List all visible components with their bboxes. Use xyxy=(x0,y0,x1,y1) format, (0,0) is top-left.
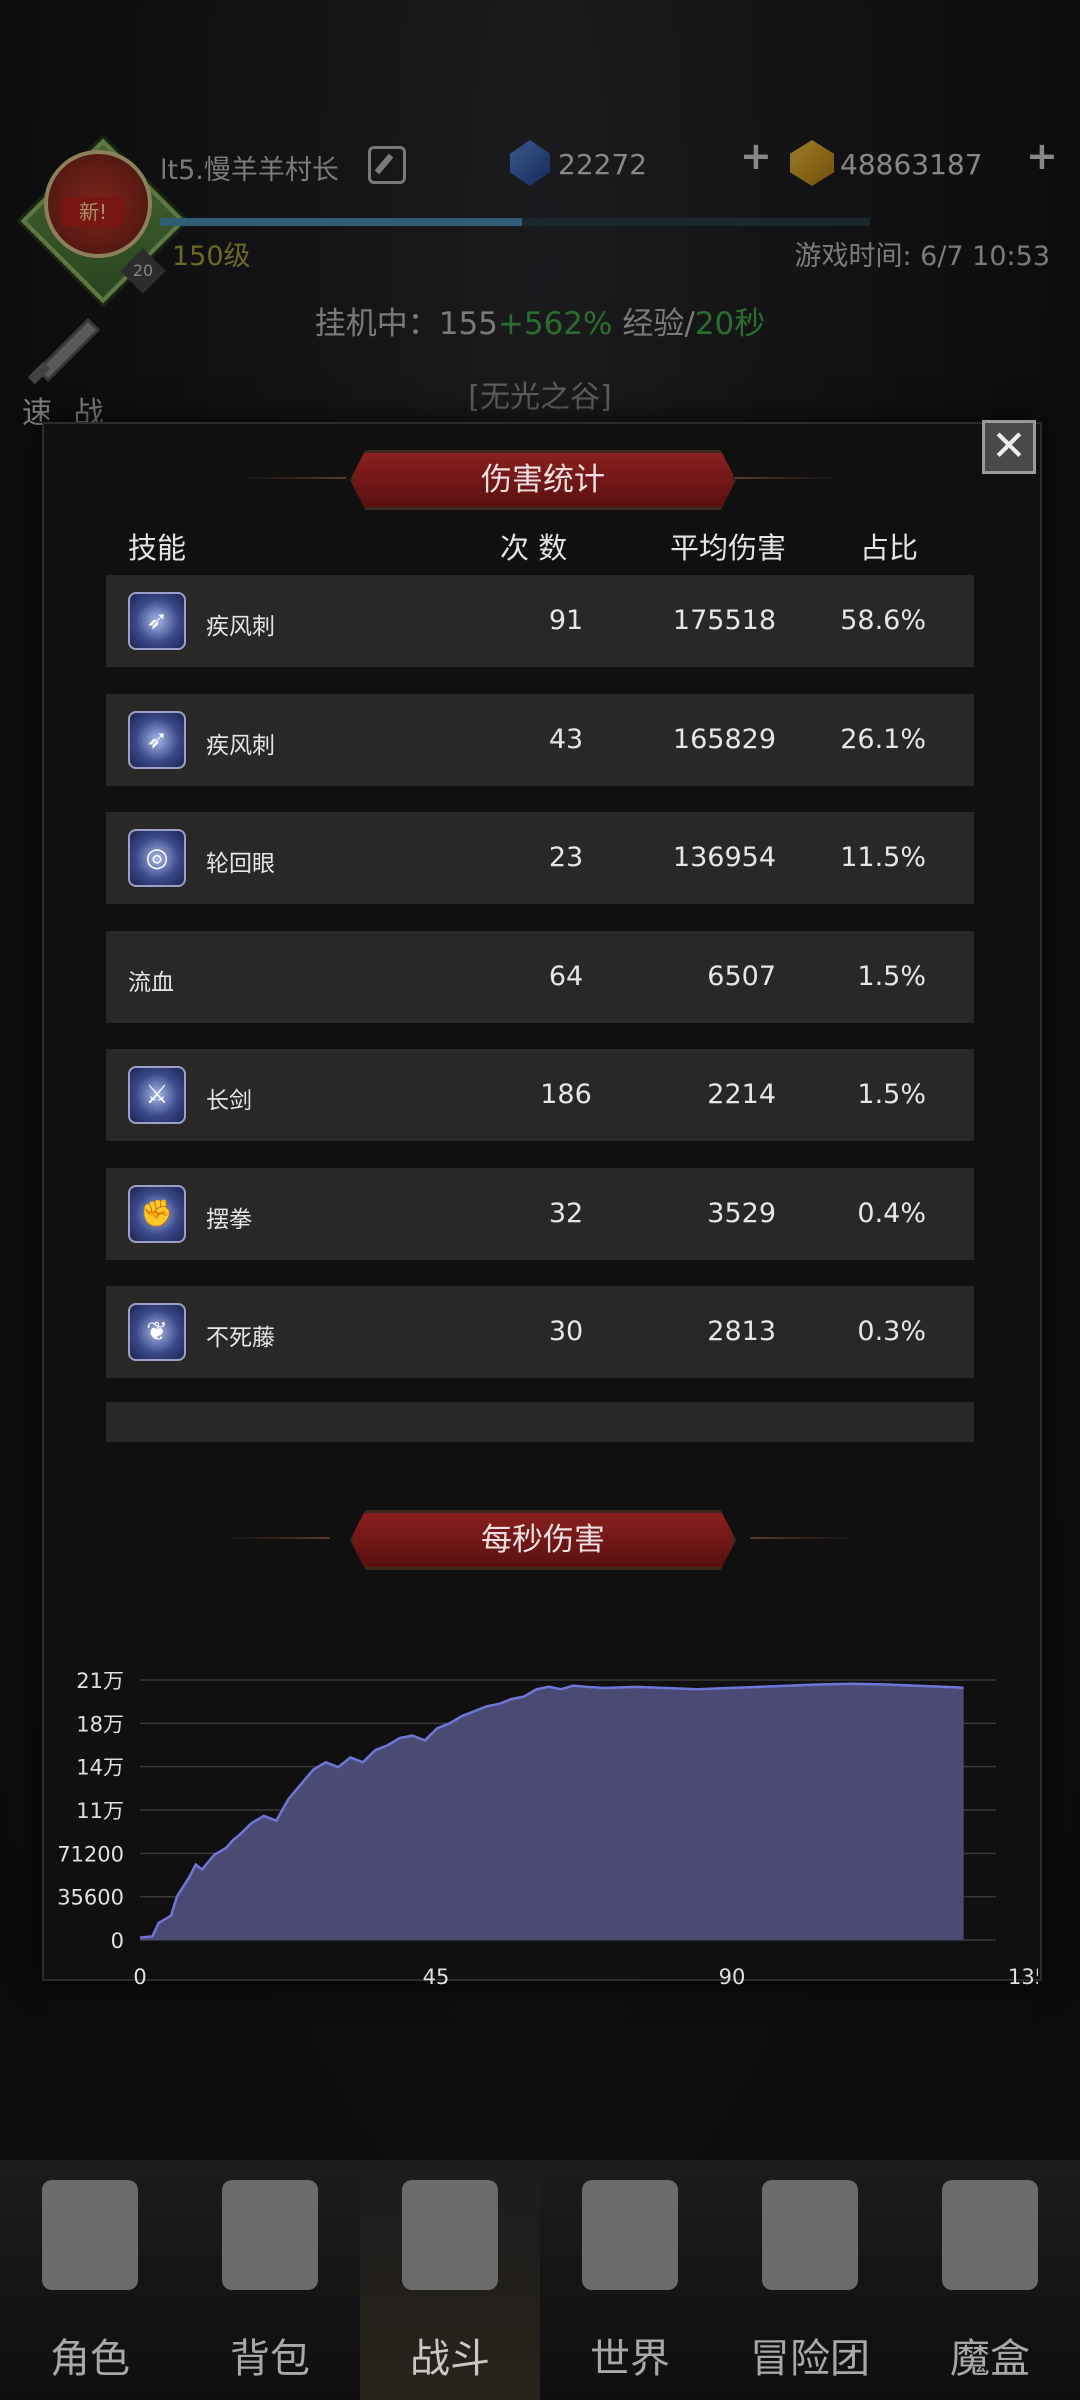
y-tick-label: 14万 xyxy=(76,1756,124,1780)
magic-box-icon xyxy=(942,2180,1038,2290)
y-tick-label: 71200 xyxy=(57,1842,124,1866)
y-tick-label: 11万 xyxy=(76,1799,124,1823)
skill-name: 长剑 xyxy=(206,1088,252,1114)
nav-label: 冒险团 xyxy=(750,2336,870,2382)
header-skill: 技能 xyxy=(128,531,187,565)
nav-label: 角色 xyxy=(50,2336,130,2382)
skill-name: 摆拳 xyxy=(206,1206,252,1233)
nav-item-castle[interactable]: 冒险团 xyxy=(720,2160,900,2400)
bottom-nav: 角色 背包 战斗 世界 冒险团 魔盒 xyxy=(0,2160,1080,2400)
damage-share: 1.5% xyxy=(857,1079,926,1110)
damage-share: 0.3% xyxy=(857,1316,926,1347)
nav-item-helmet[interactable]: 角色 xyxy=(0,2160,180,2400)
table-row: ◎ 轮回眼 23 136954 11.5% xyxy=(106,812,974,904)
avg-damage: 3529 xyxy=(707,1197,776,1229)
samsara-eye-icon: ◎ xyxy=(128,829,186,887)
skill-name: 不死藤 xyxy=(206,1325,275,1351)
avg-damage: 2813 xyxy=(707,1316,776,1347)
nav-label: 背包 xyxy=(230,2336,310,2382)
dps-chart: 0 35600 71200 11万 14万 18万 21万 0 45 90 135 xyxy=(57,1669,1038,1989)
title-divider-right xyxy=(750,1537,860,1539)
backpack-icon xyxy=(222,2180,318,2290)
x-tick-label: 90 xyxy=(719,1965,746,1989)
damage-stats-title: 伤害统计 xyxy=(350,450,736,510)
y-tick-label: 21万 xyxy=(76,1669,124,1693)
header-count: 次 数 xyxy=(500,531,568,565)
nav-item-map[interactable]: 世界 xyxy=(540,2160,720,2400)
header-share: 占比 xyxy=(860,531,919,565)
longsword-icon: ⚔ xyxy=(128,1066,186,1124)
helmet-icon xyxy=(42,2180,138,2290)
avg-damage: 136954 xyxy=(672,842,776,873)
nav-item-magic-box[interactable]: 魔盒 xyxy=(900,2160,1080,2400)
skill-name: 疾风刺 xyxy=(206,614,275,640)
title-divider-left xyxy=(236,477,346,479)
castle-icon xyxy=(762,2180,858,2290)
table-row: 流血 64 6507 1.5% xyxy=(106,930,974,1023)
skill-name: 疾风刺 xyxy=(206,732,275,759)
header-avg-damage: 平均伤害 xyxy=(670,531,787,565)
avg-damage: 175518 xyxy=(672,605,776,636)
hit-count: 43 xyxy=(548,723,584,755)
damage-share: 58.6% xyxy=(840,605,926,636)
x-tick-label: 0 xyxy=(133,1965,146,1989)
avg-damage: 165829 xyxy=(672,723,776,755)
hit-count: 32 xyxy=(548,1197,584,1229)
swing-fist-icon: ✊ xyxy=(128,1184,186,1243)
skill-name: 轮回眼 xyxy=(206,851,275,877)
y-tick-label: 35600 xyxy=(57,1886,124,1910)
wind-thrust-icon: ➶ xyxy=(128,710,186,769)
damage-share: 0.4% xyxy=(857,1197,926,1229)
avg-damage: 2214 xyxy=(707,1079,776,1110)
undying-vine-icon: ❦ xyxy=(128,1303,186,1361)
dps-title: 每秒伤害 xyxy=(350,1510,736,1570)
table-row: ❦ 不死藤 30 2813 0.3% xyxy=(106,1286,974,1378)
wind-thrust-icon: ➶ xyxy=(128,592,186,650)
hit-count: 23 xyxy=(548,842,584,873)
hit-count: 91 xyxy=(548,605,584,636)
table-row: ✊ 摆拳 32 3529 0.4% xyxy=(106,1167,974,1260)
title-divider-left xyxy=(220,1537,330,1539)
close-button[interactable]: ✕ xyxy=(982,420,1036,474)
shield-sword-icon xyxy=(402,2180,498,2290)
nav-label: 战斗 xyxy=(410,2336,490,2382)
nav-item-backpack[interactable]: 背包 xyxy=(180,2160,360,2400)
damage-share: 26.1% xyxy=(840,723,926,755)
title-divider-right xyxy=(734,477,844,479)
hit-count: 186 xyxy=(540,1079,592,1110)
skill-name: 流血 xyxy=(128,969,174,996)
damage-share: 1.5% xyxy=(857,960,926,992)
table-row: ➶ 疾风刺 91 175518 58.6% xyxy=(106,575,974,667)
nav-label: 魔盒 xyxy=(950,2336,1030,2382)
map-icon xyxy=(582,2180,678,2290)
x-tick-label: 45 xyxy=(423,1965,450,1989)
avg-damage: 6507 xyxy=(707,960,776,992)
hit-count: 30 xyxy=(548,1316,584,1347)
nav-item-shield-sword[interactable]: 战斗 xyxy=(360,2160,540,2400)
nav-label: 世界 xyxy=(590,2336,670,2382)
y-tick-label: 18万 xyxy=(76,1712,124,1736)
damage-share: 11.5% xyxy=(840,842,926,873)
table-row-partial xyxy=(106,1402,974,1442)
table-row: ⚔ 长剑 186 2214 1.5% xyxy=(106,1049,974,1141)
dps-area xyxy=(140,1683,964,1940)
table-row: ➶ 疾风刺 43 165829 26.1% xyxy=(106,693,974,786)
hit-count: 64 xyxy=(548,960,584,992)
x-tick-label: 135 xyxy=(1008,1965,1038,1989)
y-tick-label: 0 xyxy=(111,1929,124,1953)
